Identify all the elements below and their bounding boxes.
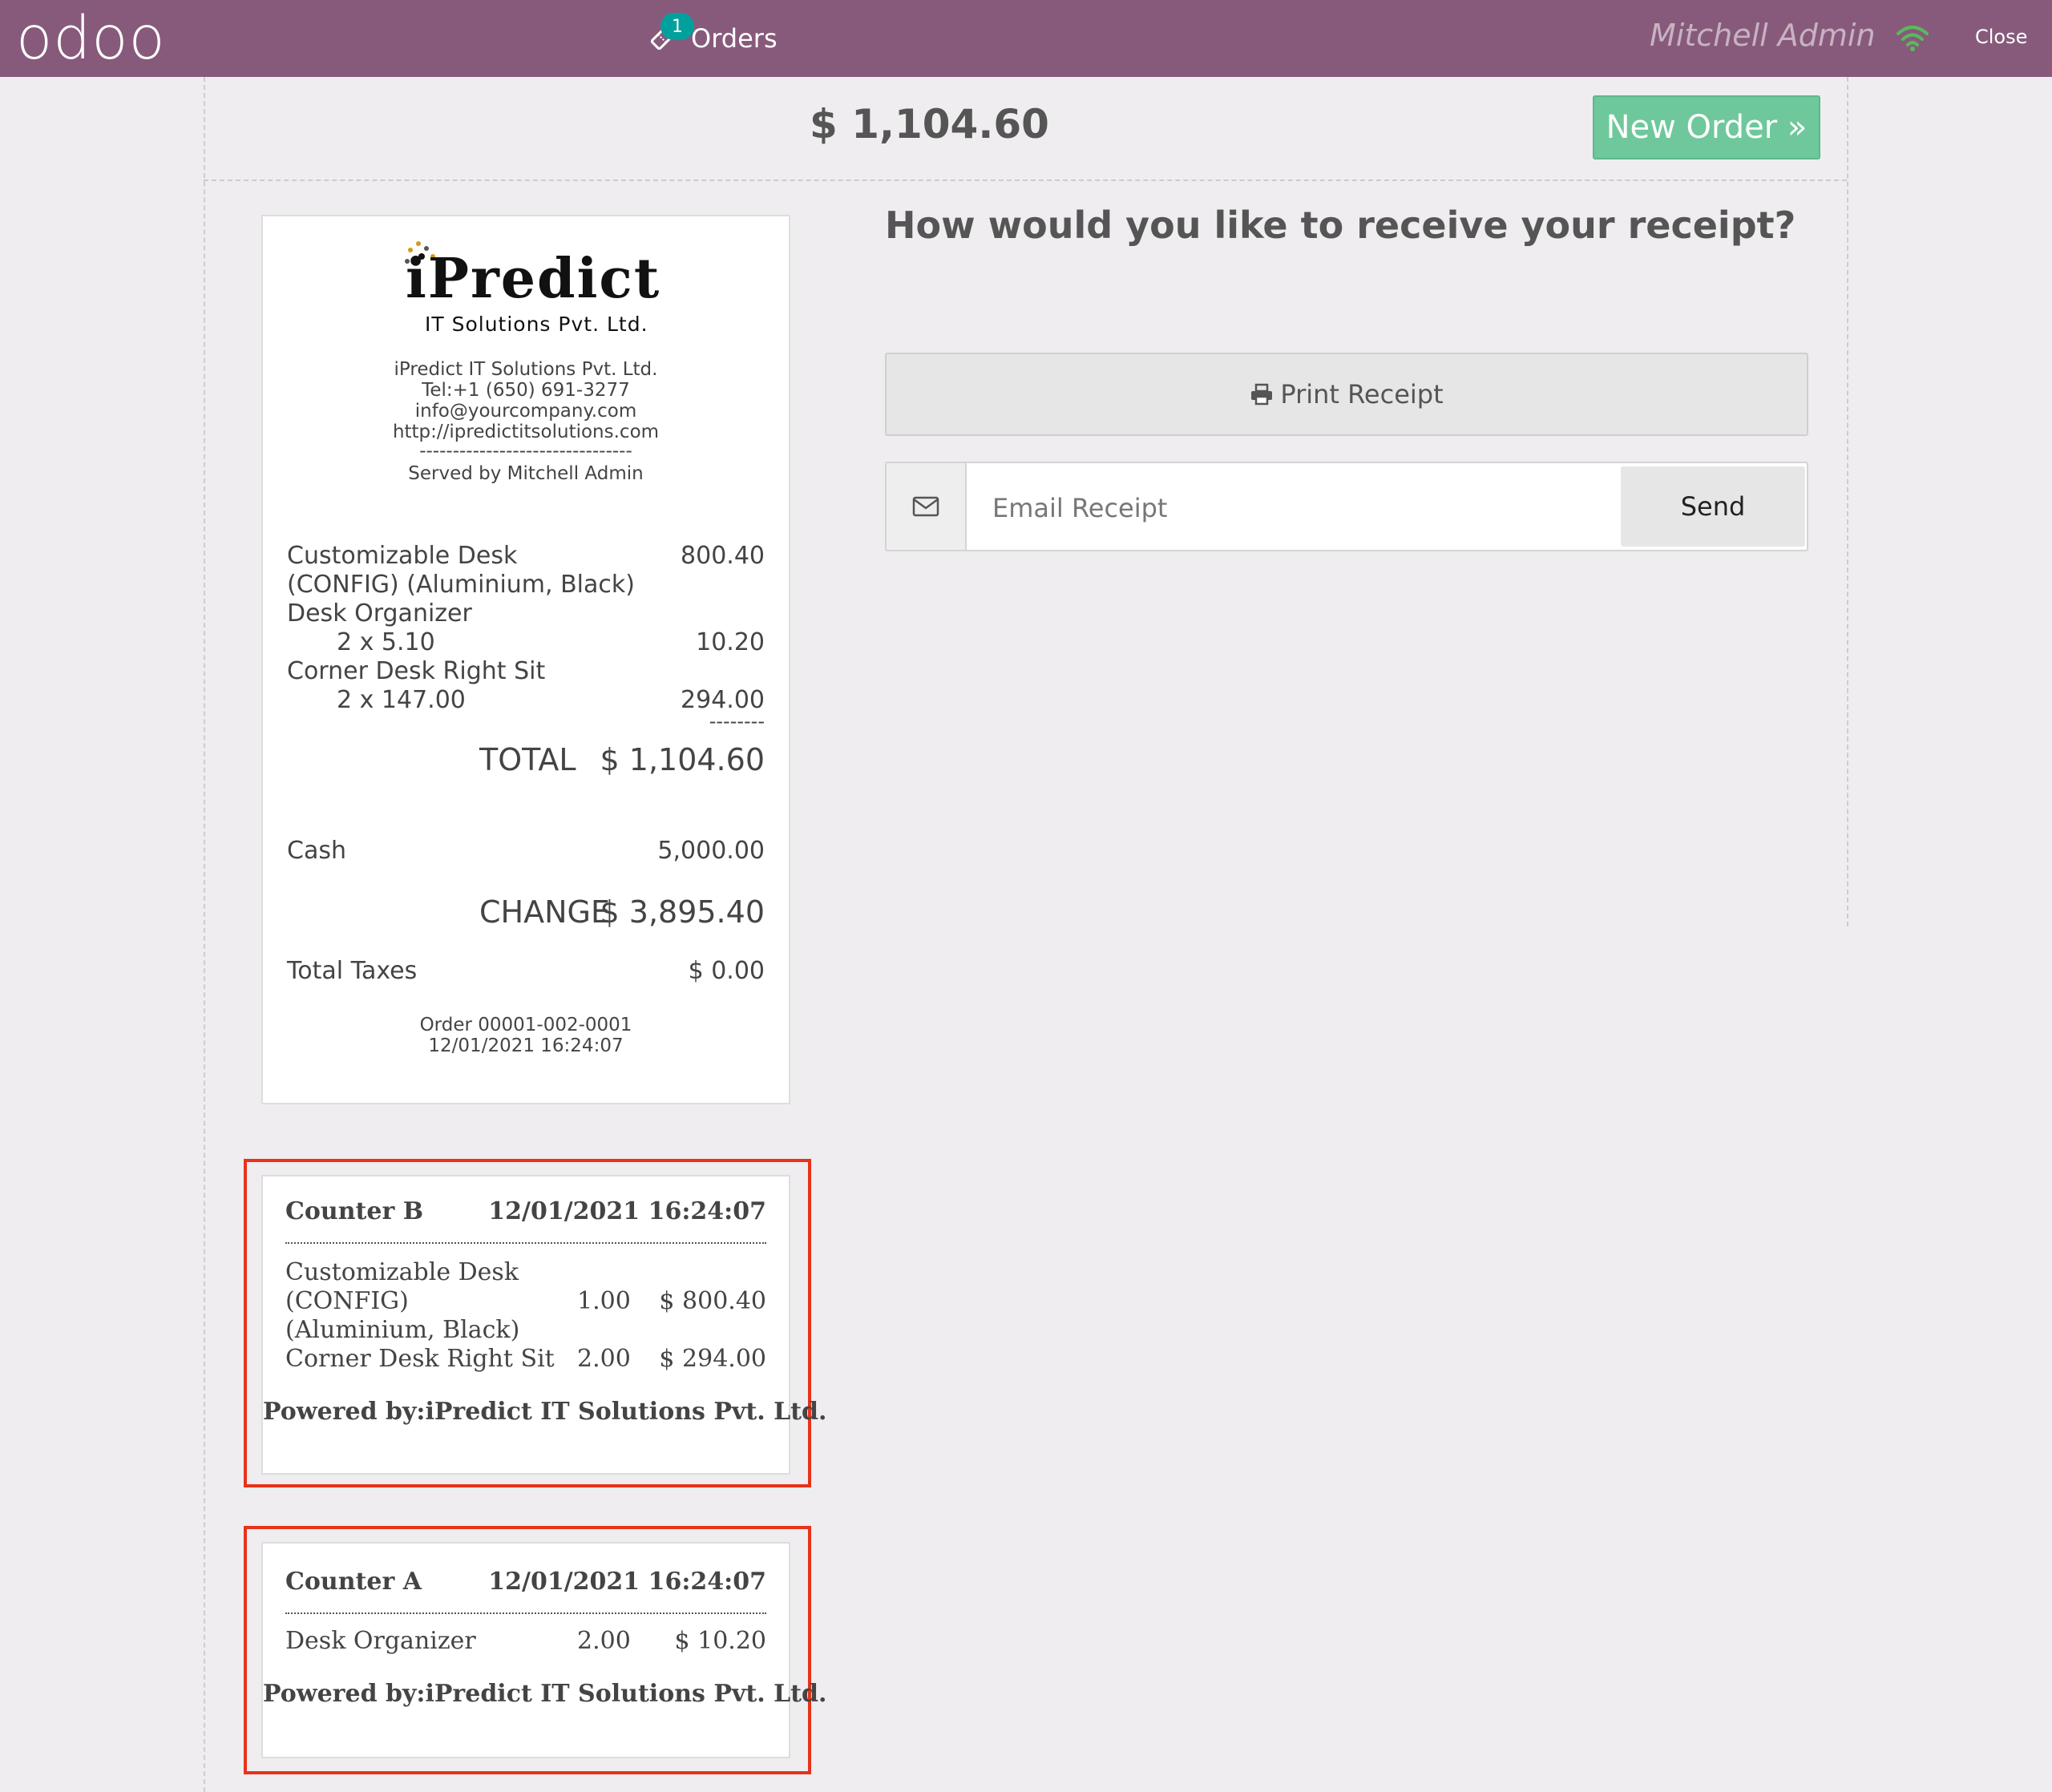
ticket-divider xyxy=(285,1612,766,1614)
pos-receipt: iPredict IT Solutions Pvt. Ltd. iPredict… xyxy=(261,215,790,1104)
receipt-line-qty: 2 x 5.10 xyxy=(337,628,435,656)
email-icon xyxy=(887,463,967,550)
ticket-item-qty: 2.00 xyxy=(577,1627,631,1655)
orders-button[interactable]: 1 Orders xyxy=(648,13,778,61)
ticket-item-amount: $ 294.00 xyxy=(659,1345,766,1373)
logo-wordmark: iPredict xyxy=(406,247,661,311)
total-value: $ 1,104.60 xyxy=(600,742,765,777)
taxes-value: $ 0.00 xyxy=(688,957,765,985)
company-email: info@yourcompany.com xyxy=(414,401,637,422)
ticket-icon: 1 xyxy=(648,13,694,53)
company-logo: iPredict IT Solutions Pvt. Ltd. xyxy=(405,239,662,336)
ticket-footer: Powered by:iPredict IT Solutions Pvt. Lt… xyxy=(263,1398,827,1426)
total-label: TOTAL xyxy=(479,742,576,777)
ticket-item-name: Corner Desk Right Sit xyxy=(285,1345,555,1373)
taxes-label: Total Taxes xyxy=(287,957,418,985)
send-email-button[interactable]: Send xyxy=(1621,466,1805,547)
ticket-item-name: (Aluminium, Black) xyxy=(285,1316,520,1344)
kitchen-ticket-counter-b: Counter B 12/01/2021 16:24:07 Customizab… xyxy=(261,1175,827,1475)
receipt-line-price: 10.20 xyxy=(696,628,765,656)
receipt-line-price: 800.40 xyxy=(681,542,765,570)
orders-label: Orders xyxy=(691,23,778,54)
ticket-datetime: 12/01/2021 16:24:07 xyxy=(488,1197,766,1225)
receipt-line-name: Corner Desk Right Sit xyxy=(287,657,546,685)
ticket-item-amount: $ 10.20 xyxy=(674,1627,766,1655)
top-navbar: odoo 1 Orders Mitchell Admin Close xyxy=(0,0,2052,77)
header-separator: -------------------------------- xyxy=(419,441,632,462)
company-name: iPredict IT Solutions Pvt. Ltd. xyxy=(394,359,658,380)
served-by: Served by Mitchell Admin xyxy=(408,463,644,484)
company-phone: Tel:+1 (650) 691-3277 xyxy=(422,380,630,401)
email-receipt-group: Send xyxy=(885,462,1808,551)
cashier-name[interactable]: Mitchell Admin xyxy=(1650,18,1876,53)
ticket-item-qty: 1.00 xyxy=(577,1287,631,1315)
wifi-icon xyxy=(1896,24,1929,54)
company-website: http://ipredictitsolutions.com xyxy=(392,422,660,442)
order-datetime: 12/01/2021 16:24:07 xyxy=(428,1035,624,1056)
ticket-divider xyxy=(285,1242,766,1244)
ticket-item-name: Desk Organizer xyxy=(285,1627,476,1655)
total-separator: -------- xyxy=(709,710,765,733)
printer-icon xyxy=(1251,383,1273,406)
odoo-logo: odoo xyxy=(16,4,166,73)
screen-right-border xyxy=(1845,77,1848,926)
close-button[interactable]: Close xyxy=(1975,26,2027,48)
receipt-line-qty: 2 x 147.00 xyxy=(337,686,466,714)
ticket-item-name: (CONFIG) xyxy=(285,1287,409,1315)
print-receipt-label: Print Receipt xyxy=(1280,379,1444,410)
logo-subtitle: IT Solutions Pvt. Ltd. xyxy=(425,313,648,336)
receipt-line-variant: (CONFIG) (Aluminium, Black) xyxy=(287,571,635,599)
order-total-amount: $ 1,104.60 xyxy=(810,101,1049,147)
order-reference: Order 00001-002-0001 xyxy=(419,1015,632,1035)
ticket-footer: Powered by:iPredict IT Solutions Pvt. Lt… xyxy=(263,1680,827,1708)
ticket-counter-name: Counter A xyxy=(285,1568,422,1596)
kitchen-ticket-counter-a: Counter A 12/01/2021 16:24:07 Desk Organ… xyxy=(261,1542,827,1758)
receive-receipt-question: How would you like to receive your recei… xyxy=(885,204,1796,247)
print-receipt-button[interactable]: Print Receipt xyxy=(885,353,1808,436)
change-label: CHANGE xyxy=(479,894,610,930)
receipt-line-name: Desk Organizer xyxy=(287,599,472,628)
ticket-item-amount: $ 800.40 xyxy=(659,1287,766,1315)
payment-amount: 5,000.00 xyxy=(657,837,765,865)
payment-method: Cash xyxy=(287,837,346,865)
ticket-datetime: 12/01/2021 16:24:07 xyxy=(488,1568,766,1596)
ticket-item-qty: 2.00 xyxy=(577,1345,631,1373)
receipt-line-name: Customizable Desk xyxy=(287,542,518,570)
orders-count-badge: 1 xyxy=(660,13,694,40)
ticket-counter-name: Counter B xyxy=(285,1197,424,1225)
ticket-item-name: Customizable Desk xyxy=(285,1258,519,1286)
new-order-button[interactable]: New Order » xyxy=(1593,95,1820,159)
change-value: $ 3,895.40 xyxy=(600,894,765,930)
email-receipt-input[interactable] xyxy=(991,487,1635,529)
